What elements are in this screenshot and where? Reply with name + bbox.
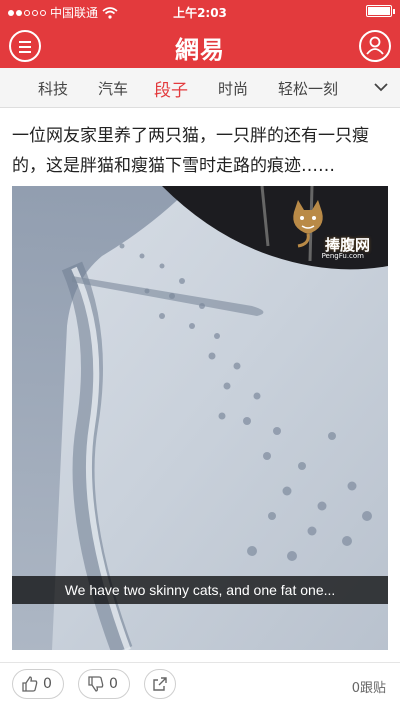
channel-tabs: 科技 汽车 段子 时尚 轻松一刻 bbox=[0, 68, 400, 108]
nav-bar: 網易 bbox=[0, 22, 400, 68]
article-image[interactable]: 捧腹网 PengFu.com We have two skinny cats, … bbox=[12, 186, 388, 650]
status-bar: 中国联通 上午2:03 bbox=[0, 0, 400, 22]
watermark-logo: 捧腹网 PengFu.com bbox=[288, 198, 380, 262]
tab-tech[interactable]: 科技 bbox=[38, 78, 68, 99]
comment-count[interactable]: 0跟贴 bbox=[352, 677, 386, 696]
app-logo: 網易 bbox=[175, 35, 225, 64]
top-bar: 中国联通 上午2:03 網易 bbox=[0, 0, 400, 68]
action-bar: 0 0 0跟贴 bbox=[0, 662, 400, 706]
share-arrow-icon bbox=[153, 677, 167, 691]
user-profile-button[interactable] bbox=[359, 30, 391, 62]
like-count: 0 bbox=[43, 676, 52, 692]
battery-icon bbox=[366, 5, 395, 17]
video-caption: We have two skinny cats, and one fat one… bbox=[12, 576, 388, 604]
like-button[interactable]: 0 bbox=[12, 669, 64, 699]
share-button[interactable] bbox=[144, 669, 176, 699]
thumbs-down-icon bbox=[88, 676, 104, 692]
chevron-down-icon[interactable] bbox=[372, 78, 390, 96]
cat-mascot-icon bbox=[293, 200, 323, 248]
status-time: 上午2:03 bbox=[173, 6, 227, 20]
tab-relax[interactable]: 轻松一刻 bbox=[278, 78, 338, 99]
dislike-count: 0 bbox=[109, 676, 118, 692]
tab-auto[interactable]: 汽车 bbox=[98, 78, 128, 99]
tab-jokes[interactable]: 段子 bbox=[154, 76, 188, 101]
dislike-button[interactable]: 0 bbox=[78, 669, 130, 699]
tab-fashion[interactable]: 时尚 bbox=[218, 78, 248, 99]
user-profile-icon bbox=[366, 36, 384, 55]
thumbs-up-icon bbox=[22, 676, 38, 692]
watermark-subtext: PengFu.com bbox=[321, 252, 364, 260]
article-headline[interactable]: 一位网友家里养了两只猫，一只胖的还有一只瘦的，这是胖猫和瘦猫下雪时走路的痕迹…… bbox=[12, 121, 388, 181]
